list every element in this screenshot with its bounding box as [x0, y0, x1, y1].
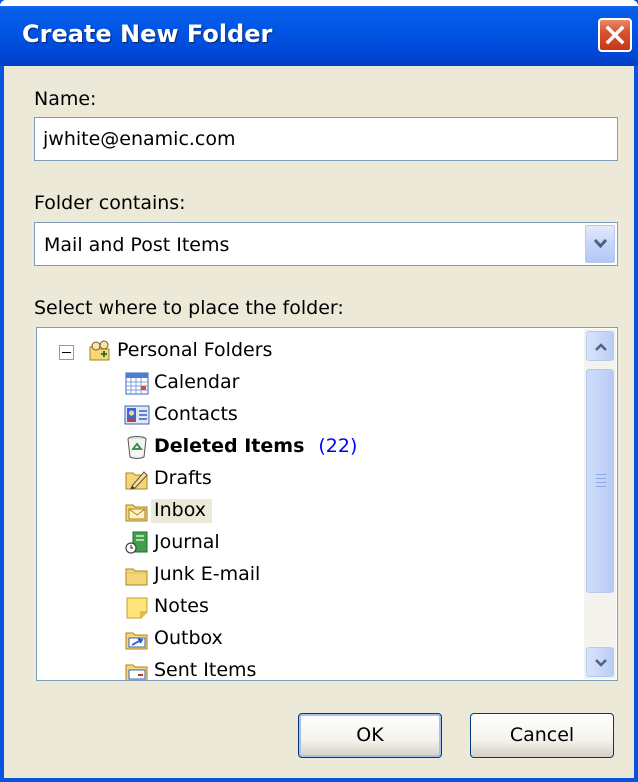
tree-item-sent-items[interactable]: Sent Items: [124, 656, 324, 681]
dropdown-arrow-button[interactable]: [585, 225, 615, 263]
tree-item-contacts[interactable]: Contacts: [124, 400, 324, 430]
tree-item-journal[interactable]: Journal: [124, 528, 324, 558]
unread-count-badge: (22): [318, 435, 358, 457]
grip-line: [596, 474, 606, 475]
tree-item-label: Deleted Items (22): [154, 435, 357, 457]
journal-icon: [125, 531, 148, 554]
collapse-toggle[interactable]: [59, 345, 74, 360]
title-bar[interactable]: Create New Folder: [0, 0, 638, 66]
tree-item-drafts[interactable]: Drafts: [124, 464, 324, 494]
inbox-icon: [125, 504, 148, 522]
notes-icon: [126, 597, 148, 619]
tree-item-label: Calendar: [154, 371, 240, 393]
tree-item-personal-folders[interactable]: Personal Folders: [87, 336, 387, 366]
chevron-down-icon: [595, 659, 607, 667]
personal-folders-icon: [89, 340, 110, 361]
tree-item-junk-email[interactable]: Junk E-mail: [124, 560, 324, 590]
grip-line: [596, 478, 606, 479]
tree-item-label: Journal: [154, 531, 220, 553]
cancel-button[interactable]: Cancel: [470, 713, 614, 758]
tree-item-inbox[interactable]: Inbox: [124, 496, 324, 526]
name-field[interactable]: [34, 117, 618, 161]
deleted-items-icon: [127, 436, 147, 459]
chevron-up-icon: [595, 343, 607, 351]
tree-item-label: Junk E-mail: [154, 563, 261, 585]
title-bar-edge: [0, 0, 638, 6]
tree-item-outbox[interactable]: Outbox: [124, 624, 324, 654]
tree-item-label: Outbox: [154, 627, 223, 649]
folder-tree[interactable]: Personal Folders Calendar Contacts Delet…: [36, 327, 618, 681]
folder-contains-label: Folder contains:: [34, 192, 186, 214]
contacts-icon: [124, 405, 150, 425]
close-icon: [605, 25, 625, 45]
scroll-down-button[interactable]: [586, 647, 614, 677]
tree-item-deleted-items[interactable]: Deleted Items (22): [124, 432, 464, 462]
calendar-icon: [125, 372, 149, 395]
drafts-icon: [125, 471, 148, 490]
folder-location-label: Select where to place the folder:: [34, 297, 344, 319]
chevron-down-icon: [593, 238, 608, 249]
grip-line: [596, 486, 606, 487]
sent-items-icon: [125, 664, 148, 680]
scroll-thumb[interactable]: [586, 369, 614, 593]
tree-item-label: Personal Folders: [117, 339, 273, 361]
name-label: Name:: [34, 88, 97, 110]
tree-item-label: Inbox: [151, 499, 212, 523]
deleted-items-label: Deleted Items: [154, 435, 305, 457]
folder-contains-dropdown[interactable]: Mail and Post Items: [34, 222, 618, 266]
name-input[interactable]: [35, 118, 617, 160]
tree-item-calendar[interactable]: Calendar: [124, 368, 324, 398]
close-button[interactable]: [598, 18, 632, 52]
ok-button[interactable]: OK: [298, 713, 442, 758]
tree-scrollbar[interactable]: [584, 329, 616, 679]
tree-item-label: Drafts: [154, 467, 212, 489]
folder-contains-value: Mail and Post Items: [44, 234, 230, 256]
folder-icon: [125, 568, 148, 586]
tree-item-notes[interactable]: Notes: [124, 592, 324, 622]
outbox-icon: [125, 632, 148, 650]
create-new-folder-dialog: Create New Folder Name: Folder contains:…: [0, 0, 638, 782]
tree-item-label: Sent Items: [154, 659, 257, 681]
tree-item-label: Contacts: [154, 403, 238, 425]
scroll-up-button[interactable]: [586, 331, 614, 361]
grip-line: [596, 482, 606, 483]
tree-item-label: Notes: [154, 595, 209, 617]
dialog-title: Create New Folder: [22, 20, 273, 48]
